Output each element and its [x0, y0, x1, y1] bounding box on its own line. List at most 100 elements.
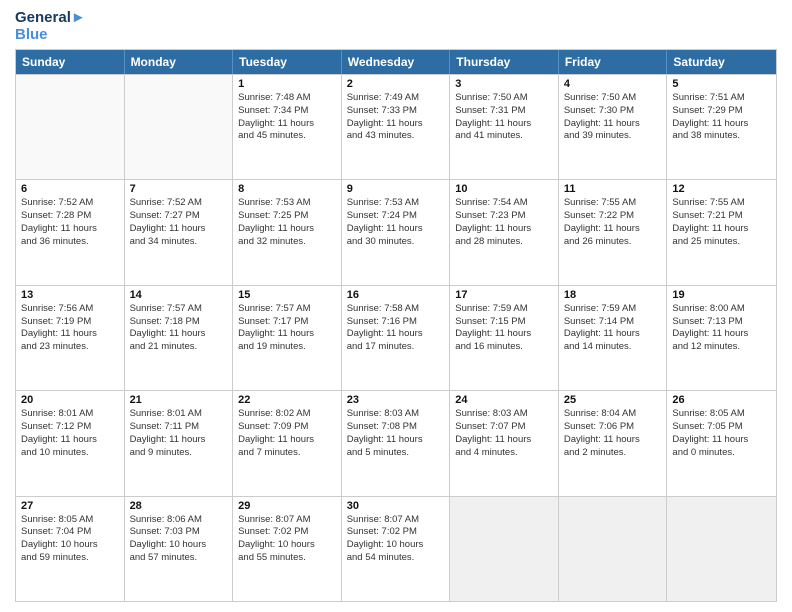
cell-line: Daylight: 11 hours — [347, 223, 445, 236]
day-header-thursday: Thursday — [450, 50, 559, 74]
cell-line: Daylight: 11 hours — [238, 118, 336, 131]
cell-line: and 32 minutes. — [238, 236, 336, 249]
cell-line: Sunrise: 7:56 AM — [21, 303, 119, 316]
cal-cell-11: 11Sunrise: 7:55 AMSunset: 7:22 PMDayligh… — [559, 180, 668, 284]
cal-cell-3: 3 Sunrise: 7:50 AMSunset: 7:31 PMDaylight… — [450, 75, 559, 179]
cell-line: Sunset: 7:09 PM — [238, 421, 336, 434]
cell-line: and 41 minutes. — [455, 130, 553, 143]
cal-cell-1: 1Sunrise: 7:48 AMSunset: 7:34 PMDaylight… — [233, 75, 342, 179]
day-number: 28 — [130, 500, 228, 512]
cell-line: Sunrise: 7:59 AM — [564, 303, 662, 316]
day-number: 24 — [455, 394, 553, 406]
cal-cell-25: 25Sunrise: 8:04 AMSunset: 7:06 PMDayligh… — [559, 391, 668, 495]
cell-line: and 34 minutes. — [130, 236, 228, 249]
cell-line: Daylight: 11 hours — [347, 434, 445, 447]
cell-line: Sunrise: 8:04 AM — [564, 408, 662, 421]
cal-cell-5: 5Sunrise: 7:51 AMSunset: 7:29 PMDaylight… — [667, 75, 776, 179]
cell-line: Daylight: 11 hours — [21, 328, 119, 341]
cell-line: Daylight: 10 hours — [130, 539, 228, 552]
cell-line: Sunset: 7:28 PM — [21, 210, 119, 223]
cell-line: Sunset: 7:02 PM — [238, 526, 336, 539]
cell-line: Sunset: 7:03 PM — [130, 526, 228, 539]
cal-cell-18: 18Sunrise: 7:59 AMSunset: 7:14 PMDayligh… — [559, 286, 668, 390]
cell-line: Sunset: 7:07 PM — [455, 421, 553, 434]
cal-cell-empty — [16, 75, 125, 179]
cell-line: Daylight: 11 hours — [455, 223, 553, 236]
cell-line: Daylight: 11 hours — [455, 434, 553, 447]
cell-line: Daylight: 11 hours — [347, 328, 445, 341]
cell-line: and 25 minutes. — [672, 236, 771, 249]
cell-line: Daylight: 11 hours — [130, 223, 228, 236]
cell-line: and 0 minutes. — [672, 447, 771, 460]
cal-cell-6: 6Sunrise: 7:52 AMSunset: 7:28 PMDaylight… — [16, 180, 125, 284]
cell-line: Sunset: 7:08 PM — [347, 421, 445, 434]
day-header-monday: Monday — [125, 50, 234, 74]
cell-line: Daylight: 11 hours — [21, 223, 119, 236]
cal-cell-4: 4Sunrise: 7:50 AMSunset: 7:30 PMDaylight… — [559, 75, 668, 179]
cell-line: Sunrise: 7:55 AM — [672, 197, 771, 210]
cell-line: Daylight: 11 hours — [238, 328, 336, 341]
day-number: 14 — [130, 289, 228, 301]
calendar-header: SundayMondayTuesdayWednesdayThursdayFrid… — [16, 50, 776, 74]
cal-cell-14: 14Sunrise: 7:57 AMSunset: 7:18 PMDayligh… — [125, 286, 234, 390]
cell-line: Daylight: 10 hours — [21, 539, 119, 552]
logo: General► Blue — [15, 10, 86, 43]
cell-line: Sunset: 7:17 PM — [238, 316, 336, 329]
cell-line: and 16 minutes. — [455, 341, 553, 354]
cell-line: and 7 minutes. — [238, 447, 336, 460]
cal-cell-30: 30Sunrise: 8:07 AMSunset: 7:02 PMDayligh… — [342, 497, 451, 601]
cell-line: Sunrise: 7:59 AM — [455, 303, 553, 316]
day-number: 29 — [238, 500, 336, 512]
week-row-1: 1Sunrise: 7:48 AMSunset: 7:34 PMDaylight… — [16, 74, 776, 179]
cell-line: Daylight: 11 hours — [672, 223, 771, 236]
day-number: 3 — [455, 78, 553, 90]
day-number: 2 — [347, 78, 445, 90]
cell-line: Sunset: 7:13 PM — [672, 316, 771, 329]
cell-line: Sunset: 7:06 PM — [564, 421, 662, 434]
week-row-2: 6Sunrise: 7:52 AMSunset: 7:28 PMDaylight… — [16, 179, 776, 284]
week-row-3: 13Sunrise: 7:56 AMSunset: 7:19 PMDayligh… — [16, 285, 776, 390]
day-number: 8 — [238, 183, 336, 195]
cell-line: Sunset: 7:18 PM — [130, 316, 228, 329]
cell-line: and 55 minutes. — [238, 552, 336, 565]
cell-line: Sunset: 7:34 PM — [238, 105, 336, 118]
cell-line: Sunset: 7:21 PM — [672, 210, 771, 223]
cell-line: Sunset: 7:33 PM — [347, 105, 445, 118]
cell-line: Sunrise: 7:58 AM — [347, 303, 445, 316]
cell-line: Sunset: 7:12 PM — [21, 421, 119, 434]
cell-line: Daylight: 10 hours — [347, 539, 445, 552]
cal-cell-empty — [450, 497, 559, 601]
cell-line: Sunset: 7:16 PM — [347, 316, 445, 329]
cell-line: Sunrise: 8:00 AM — [672, 303, 771, 316]
cell-line: Sunrise: 8:02 AM — [238, 408, 336, 421]
cell-line: Sunset: 7:30 PM — [564, 105, 662, 118]
day-header-friday: Friday — [559, 50, 668, 74]
cell-line: Daylight: 11 hours — [21, 434, 119, 447]
cell-line: Sunset: 7:31 PM — [455, 105, 553, 118]
cell-line: Sunrise: 7:50 AM — [455, 92, 553, 105]
header: General► Blue — [15, 10, 777, 43]
day-header-wednesday: Wednesday — [342, 50, 451, 74]
cal-cell-22: 22Sunrise: 8:02 AMSunset: 7:09 PMDayligh… — [233, 391, 342, 495]
cell-line: Daylight: 11 hours — [455, 118, 553, 131]
cal-cell-21: 21Sunrise: 8:01 AMSunset: 7:11 PMDayligh… — [125, 391, 234, 495]
calendar-body: 1Sunrise: 7:48 AMSunset: 7:34 PMDaylight… — [16, 74, 776, 601]
cell-line: and 10 minutes. — [21, 447, 119, 460]
cell-line: and 21 minutes. — [130, 341, 228, 354]
day-number: 26 — [672, 394, 771, 406]
cell-line: Daylight: 11 hours — [564, 118, 662, 131]
day-number: 11 — [564, 183, 662, 195]
day-header-sunday: Sunday — [16, 50, 125, 74]
cal-cell-27: 27Sunrise: 8:05 AMSunset: 7:04 PMDayligh… — [16, 497, 125, 601]
cal-cell-8: 8Sunrise: 7:53 AMSunset: 7:25 PMDaylight… — [233, 180, 342, 284]
day-number: 12 — [672, 183, 771, 195]
cell-line: Sunrise: 7:51 AM — [672, 92, 771, 105]
cell-line: Sunset: 7:14 PM — [564, 316, 662, 329]
day-header-tuesday: Tuesday — [233, 50, 342, 74]
cal-cell-16: 16Sunrise: 7:58 AMSunset: 7:16 PMDayligh… — [342, 286, 451, 390]
cell-line: Sunrise: 8:05 AM — [21, 514, 119, 527]
day-number: 25 — [564, 394, 662, 406]
cell-line: and 30 minutes. — [347, 236, 445, 249]
cell-line: Sunrise: 7:53 AM — [347, 197, 445, 210]
cell-line: and 9 minutes. — [130, 447, 228, 460]
